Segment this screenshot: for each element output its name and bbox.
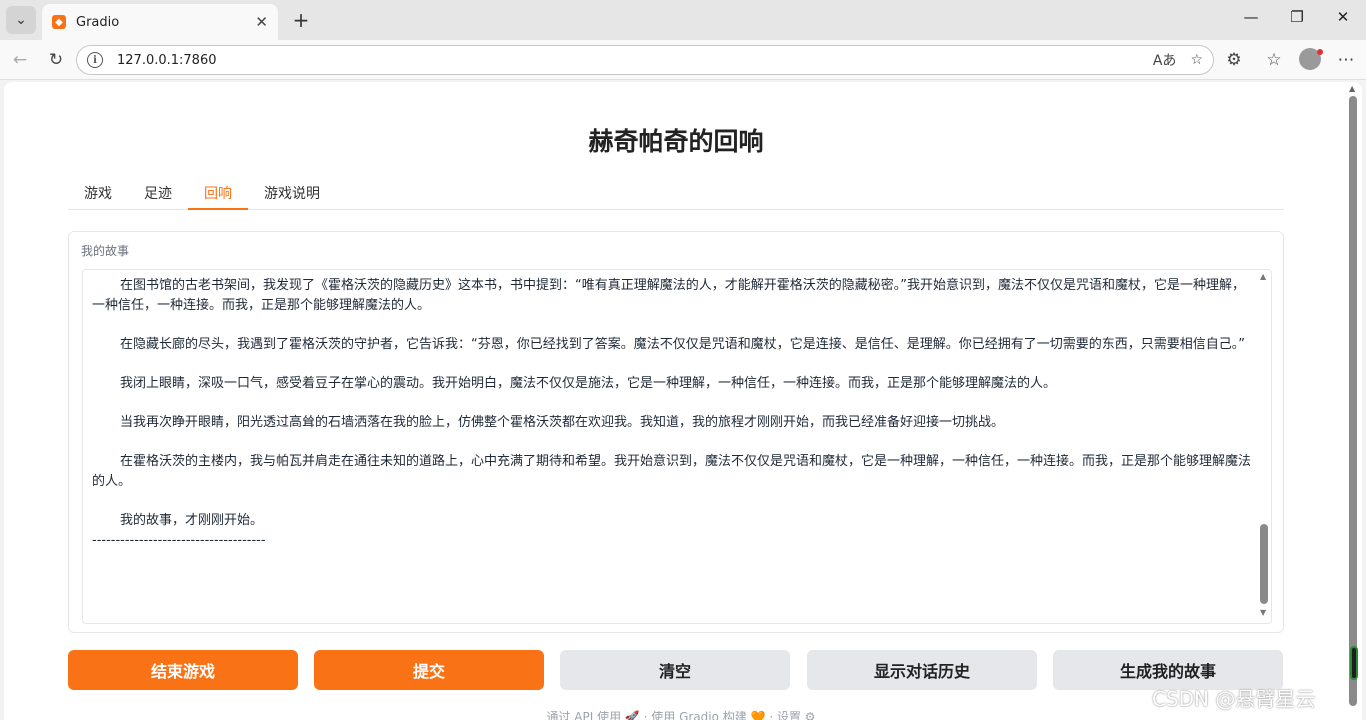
new-tab-plus-icon[interactable]: + <box>290 8 312 32</box>
profile-notification-dot <box>1317 49 1323 55</box>
back-arrow-icon[interactable]: ← <box>8 50 32 70</box>
story-paragraph: 在隐藏长廊的尽头，我遇到了霍格沃茨的守护者，它告诉我：“芬恩，你已经找到了答案。… <box>120 337 1245 352</box>
reload-icon[interactable]: ↻ <box>44 50 68 70</box>
read-aloud-icon[interactable]: Aあ <box>1153 50 1177 70</box>
favorites-list-icon[interactable]: ☆ <box>1262 50 1286 70</box>
address-bar-row: ← ↻ i 127.0.0.1:7860 Aあ ☆ ⚙ ☆ ⋯ <box>0 40 1366 80</box>
browser-tab-title: Gradio <box>76 14 120 30</box>
story-paragraph: 当我再次睁开眼睛，阳光透过高耸的石墙洒落在我的脸上，仿佛整个霍格沃茨都在欢迎我。… <box>120 415 1005 430</box>
clear-button[interactable]: 清空 <box>560 650 790 690</box>
close-window-icon[interactable]: ✕ <box>1328 8 1358 26</box>
story-paragraph: 我闭上眼睛，深吸一口气，感受着豆子在掌心的震动。我开始明白，魔法不仅仅是施法，它… <box>120 376 1057 391</box>
site-info-icon[interactable]: i <box>87 52 103 68</box>
tab-game[interactable]: 游戏 <box>68 184 128 210</box>
browser-tab[interactable]: ◆ Gradio ✕ <box>42 4 278 40</box>
story-label: 我的故事 <box>81 244 130 258</box>
favorite-star-icon[interactable]: ☆ <box>1190 52 1203 68</box>
story-paragraph: 我的故事，才刚刚开始。 <box>120 513 264 528</box>
tab-game-instructions[interactable]: 游戏说明 <box>248 184 336 210</box>
more-menu-icon[interactable]: ⋯ <box>1334 50 1358 70</box>
minimize-window-icon[interactable]: — <box>1236 8 1266 26</box>
story-textarea[interactable]: 在图书馆的古老书架间，我发现了《霍格沃茨的隐藏历史》这本书，书中提到：“唯有真正… <box>82 269 1272 624</box>
url-omnibox[interactable]: i 127.0.0.1:7860 Aあ ☆ <box>76 45 1214 75</box>
page-scrollbar[interactable]: ▲ <box>1348 82 1358 720</box>
url-text[interactable]: 127.0.0.1:7860 <box>117 53 1139 68</box>
restore-window-icon[interactable]: ❐ <box>1282 8 1312 26</box>
close-tab-icon[interactable]: ✕ <box>255 13 268 31</box>
page-indicator <box>1350 646 1358 680</box>
page-scroll-up-icon[interactable]: ▲ <box>1349 84 1355 93</box>
story-paragraph: 在霍格沃茨的主楼内，我与帕瓦并肩走在通往未知的道路上，心中充满了期待和希望。我开… <box>92 454 1252 489</box>
story-scrollbar-thumb[interactable] <box>1260 524 1268 604</box>
page-viewport: 赫奇帕奇的回响 游戏 足迹 回响 游戏说明 我的故事 在图书馆的古老书架间，我发… <box>4 82 1362 720</box>
story-paragraph: 在图书馆的古老书架间，我发现了《霍格沃茨的隐藏历史》这本书，书中提到：“唯有真正… <box>92 278 1245 313</box>
story-scrollbar[interactable]: ▲ ▼ <box>1258 270 1270 623</box>
scroll-down-arrow-icon[interactable]: ▼ <box>1260 608 1266 617</box>
browser-tab-strip: ⌄ ◆ Gradio ✕ + — ❐ ✕ <box>0 0 1366 40</box>
submit-button[interactable]: 提交 <box>314 650 544 690</box>
tab-echo[interactable]: 回响 <box>188 184 248 210</box>
scroll-up-arrow-icon[interactable]: ▲ <box>1260 272 1266 281</box>
page-title: 赫奇帕奇的回响 <box>588 127 764 156</box>
extensions-icon[interactable]: ⚙ <box>1222 50 1246 70</box>
story-block: 我的故事 在图书馆的古老书架间，我发现了《霍格沃茨的隐藏历史》这本书，书中提到：… <box>68 231 1284 633</box>
story-separator: ------------------------------------- <box>92 533 266 548</box>
gradio-favicon-icon: ◆ <box>52 15 66 29</box>
show-history-button[interactable]: 显示对话历史 <box>807 650 1037 690</box>
story-content: 在图书馆的古老书架间，我发现了《霍格沃茨的隐藏历史》这本书，书中提到：“唯有真正… <box>92 276 1252 551</box>
tab-footprints[interactable]: 足迹 <box>128 184 188 210</box>
main-tabs: 游戏 足迹 回响 游戏说明 <box>68 182 1284 210</box>
page-scrollbar-thumb[interactable] <box>1349 96 1357 706</box>
watermark-text: CSDN @悬臂星云 <box>1152 687 1316 711</box>
tab-search-chevron-icon[interactable]: ⌄ <box>6 6 36 34</box>
end-game-button[interactable]: 结束游戏 <box>68 650 298 690</box>
